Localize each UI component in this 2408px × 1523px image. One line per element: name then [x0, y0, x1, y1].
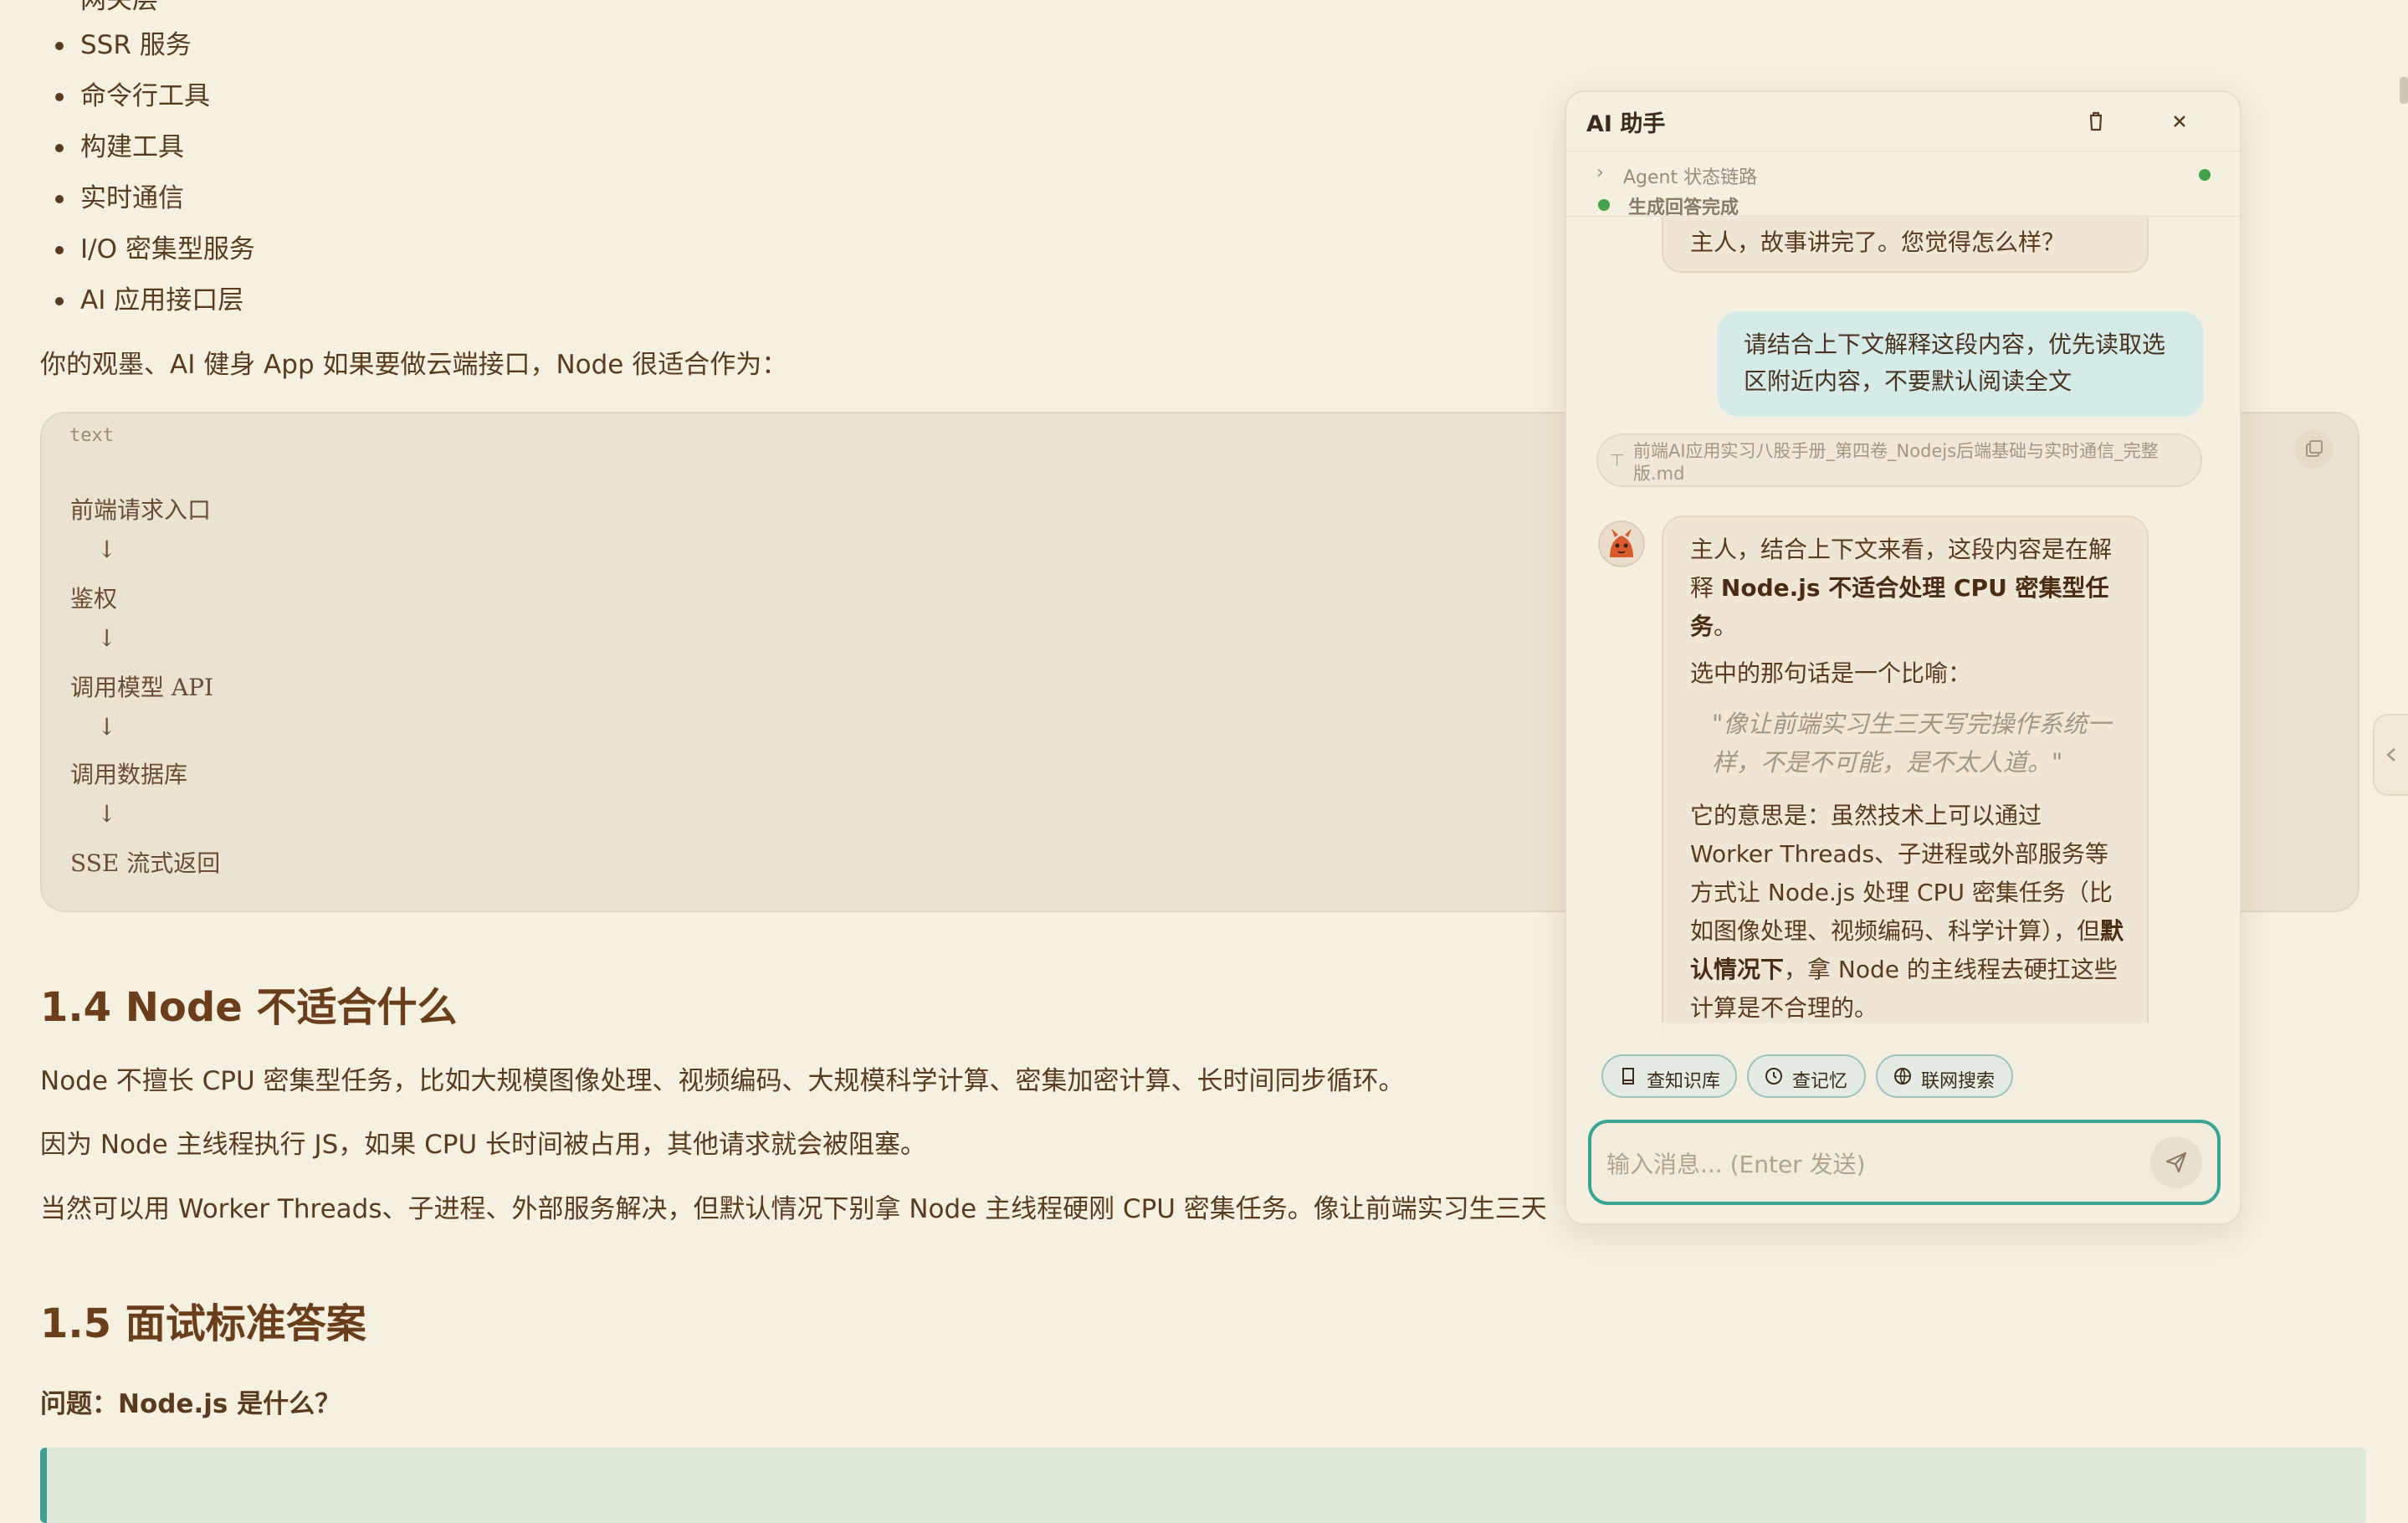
sidebar-toggle-tab[interactable]	[2373, 714, 2408, 796]
tool-label: 查知识库	[1647, 1071, 1721, 1092]
reply-paragraph: 它的意思是：虽然技术上可以通过 Worker Threads、子进程或外部服务等…	[1690, 802, 2124, 1022]
list-item: 构建工具	[55, 132, 184, 162]
message-list[interactable]: 主人，故事讲完了。您觉得怎么样？ 请结合上下文解释这段内容，优先读取选区附近内容…	[1566, 218, 2240, 1115]
send-icon	[2165, 1151, 2187, 1173]
ai-message-bubble: 主人，故事讲完了。您觉得怎么样？	[1662, 218, 2149, 273]
intro-paragraph: 你的观墨、AI 健身 App 如果要做云端接口，Node 很适合作为：	[40, 350, 788, 380]
answer-blockquote	[40, 1448, 2366, 1523]
clear-chat-button[interactable]	[2078, 104, 2113, 139]
status-step-dot	[1598, 199, 1610, 211]
message-text: 主人，故事讲完了。您觉得怎么样？	[1690, 228, 2066, 256]
close-icon	[2174, 115, 2185, 127]
code-line: 前端请求入口	[70, 496, 212, 524]
panel-title: AI 助手	[1586, 111, 1666, 137]
panel-header: AI 助手	[1566, 92, 2240, 151]
code-line: ↓	[97, 624, 117, 652]
scrollbar-thumb[interactable]	[2400, 77, 2408, 104]
copy-code-button[interactable]	[2294, 430, 2333, 469]
attachment-chip[interactable]: ⊤ 前端AI应用实习八股手册_第四卷_Nodejs后端基础与实时通信_完整版.m…	[1596, 433, 2202, 487]
list-item: 命令行工具	[55, 81, 210, 111]
list-item: I/O 密集型服务	[55, 234, 255, 264]
agent-status-chain[interactable]: › Agent 状态链路 生成回答完成	[1566, 152, 2240, 218]
section-heading: 1.4 Node 不适合什么	[40, 984, 458, 1031]
list-item: SSR 服务	[55, 30, 192, 60]
globe-icon	[1894, 1068, 1911, 1085]
question-label: 问题：Node.js 是什么？	[40, 1389, 341, 1419]
code-line: ↓	[97, 800, 117, 828]
code-language-label: text	[69, 425, 114, 446]
reply-paragraph: 选中的那句话是一个比喻：	[1690, 659, 1972, 687]
list-item: AI 应用接口层	[54, 285, 244, 315]
assistant-avatar	[1598, 520, 1645, 567]
status-chain-title: Agent 状态链路	[1623, 167, 1758, 188]
status-step-label: 生成回答完成	[1628, 197, 1739, 218]
message-input[interactable]	[1605, 1140, 2110, 1188]
tool-label: 查记忆	[1792, 1071, 1848, 1092]
tool-label: 联网搜索	[1921, 1071, 1996, 1092]
paragraph: 当然可以用 Worker Threads、子进程、外部服务解决，但默认情况下别拿…	[40, 1194, 1547, 1224]
ai-assistant-panel: AI 助手 › Agent 状态链路 生成回答完成 主人，故事讲完了。您觉得怎么…	[1565, 90, 2241, 1225]
code-line: ↓	[97, 536, 117, 563]
code-line: 调用数据库	[70, 761, 188, 788]
chevron-left-icon	[2386, 748, 2395, 762]
code-line: ↓	[97, 713, 117, 741]
attachment-filename: 前端AI应用实习八股手册_第四卷_Nodejs后端基础与实时通信_完整版.md	[1633, 441, 2159, 484]
trash-icon	[2089, 111, 2103, 131]
send-button[interactable]	[2150, 1136, 2202, 1188]
close-panel-button[interactable]	[2162, 104, 2197, 139]
knowledge-base-button[interactable]: 查知识库	[1601, 1054, 1737, 1098]
copy-icon	[2306, 440, 2323, 457]
code-line: 调用模型 API	[70, 674, 214, 701]
reply-paragraph: 主人，结合上下文来看，这段内容是在解释 Node.js 不适合处理 CPU 密集…	[1690, 536, 2113, 640]
bullet-partial: 网关层	[80, 0, 158, 15]
section-heading: 1.5 面试标准答案	[40, 1300, 366, 1347]
user-message-bubble: 请结合上下文解释这段内容，优先读取选区附近内容，不要默认阅读全文	[1717, 311, 2204, 417]
status-indicator	[2199, 169, 2211, 181]
clock-icon	[1765, 1068, 1782, 1085]
code-line: SSE 流式返回	[70, 849, 221, 877]
book-icon	[1622, 1068, 1634, 1085]
message-text: 请结合上下文解释这段内容，优先读取选区附近内容，不要默认阅读全文	[1744, 331, 2166, 395]
web-search-button[interactable]: 联网搜索	[1876, 1054, 2013, 1098]
reply-quote: "像让前端实习生三天写完操作系统一样，不是不可能，是不太人道。"	[1712, 710, 2112, 777]
list-item: 实时通信	[55, 183, 184, 213]
message-input-box[interactable]	[1588, 1120, 2221, 1205]
chevron-right-icon: ›	[1596, 162, 1604, 183]
paragraph: 因为 Node 主线程执行 JS，如果 CPU 长时间被占用，其他请求就会被阻塞…	[40, 1130, 927, 1160]
memory-button[interactable]: 查记忆	[1747, 1054, 1866, 1098]
paragraph: Node 不擅长 CPU 密集型任务，比如大规模图像处理、视频编码、大规模科学计…	[40, 1066, 1405, 1096]
code-line: 鉴权	[70, 585, 118, 613]
file-icon: ⊤	[1610, 450, 1625, 470]
